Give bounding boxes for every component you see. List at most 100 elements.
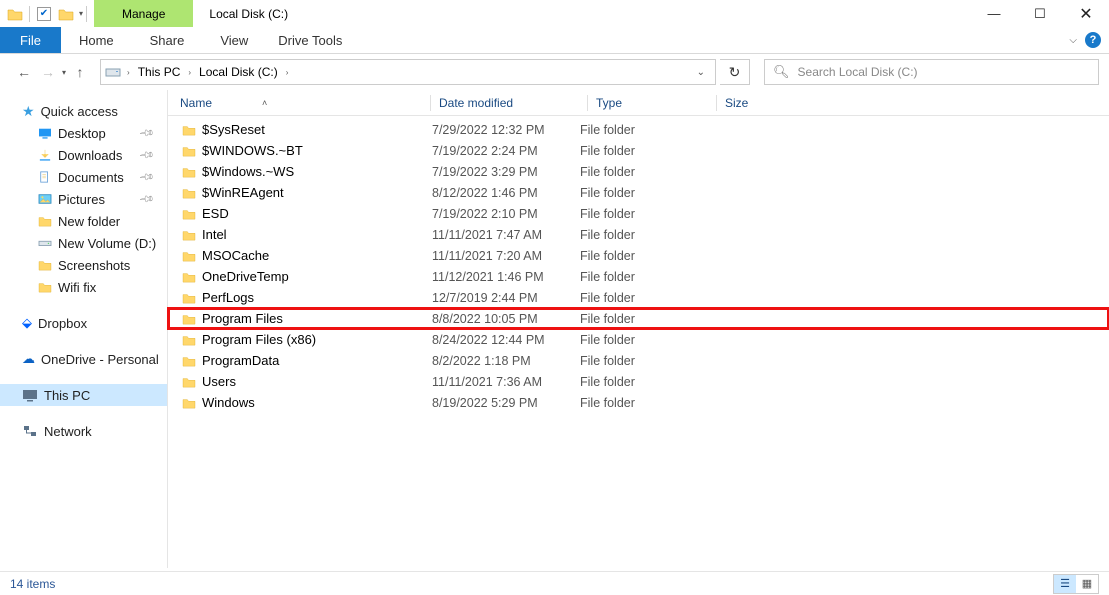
file-tab[interactable]: File xyxy=(0,27,61,53)
breadcrumb-this-pc[interactable]: This PC xyxy=(134,60,185,84)
sidebar-onedrive[interactable]: ☁ OneDrive - Personal xyxy=(0,348,167,370)
file-date: 8/24/2022 12:44 PM xyxy=(432,333,580,347)
tab-drive-tools[interactable]: Drive Tools xyxy=(266,27,354,53)
thumbnails-view-button[interactable]: ▦ xyxy=(1076,575,1098,593)
nav-back-button[interactable]: ← xyxy=(14,62,34,82)
nav-up-button[interactable]: ↑ xyxy=(70,62,90,82)
window-title: Local Disk (C:) xyxy=(193,0,971,27)
file-row[interactable]: ProgramData8/2/2022 1:18 PMFile folder xyxy=(168,350,1109,371)
sidebar-item-new-folder[interactable]: New folder xyxy=(0,210,167,232)
pc-icon xyxy=(22,388,38,402)
navigation-row: ← → ▾ ↑ › This PC › Local Disk (C:) › ⌄ … xyxy=(0,54,1109,90)
file-name: $WinREAgent xyxy=(202,185,284,200)
star-icon: ★ xyxy=(22,103,35,120)
qat-properties-checkbox[interactable]: ✔ xyxy=(33,7,55,21)
sidebar-item-wifi-fix[interactable]: Wifi fix xyxy=(0,276,167,298)
sidebar-network[interactable]: Network xyxy=(0,420,167,442)
column-header-date[interactable]: Date modified xyxy=(439,96,587,110)
file-name: Program Files xyxy=(202,311,283,326)
file-row[interactable]: Intel11/11/2021 7:47 AMFile folder xyxy=(168,224,1109,245)
search-input[interactable] xyxy=(798,65,1090,79)
qat-folder-icon[interactable] xyxy=(55,7,77,21)
file-row[interactable]: Program Files8/8/2022 10:05 PMFile folde… xyxy=(168,308,1109,329)
column-header-name[interactable]: Name ˄ xyxy=(180,96,430,110)
column-header-size[interactable]: Size xyxy=(725,96,805,110)
search-box[interactable]: 🔍︎ xyxy=(764,59,1099,85)
file-type: File folder xyxy=(580,186,700,200)
qat-customize-chevron-icon[interactable]: ▾ xyxy=(79,9,83,18)
file-row[interactable]: Users11/11/2021 7:36 AMFile folder xyxy=(168,371,1109,392)
sidebar-item-label: Desktop xyxy=(58,126,106,141)
nav-forward-button[interactable]: → xyxy=(38,62,58,82)
file-type: File folder xyxy=(580,270,700,284)
status-item-count: 14 items xyxy=(10,577,55,591)
file-type: File folder xyxy=(580,228,700,242)
file-name: Users xyxy=(202,374,236,389)
file-name: ProgramData xyxy=(202,353,279,368)
minimize-button[interactable]: — xyxy=(971,0,1017,27)
file-row[interactable]: Program Files (x86)8/24/2022 12:44 PMFil… xyxy=(168,329,1109,350)
refresh-button[interactable]: ↻ xyxy=(720,59,750,85)
file-row[interactable]: ESD7/19/2022 2:10 PMFile folder xyxy=(168,203,1109,224)
file-row[interactable]: Windows8/19/2022 5:29 PMFile folder xyxy=(168,392,1109,413)
navigation-pane: ★ Quick access Desktop📌︎Downloads📌︎Docum… xyxy=(0,90,168,568)
dropbox-icon: ⬙ xyxy=(22,315,32,331)
tab-share[interactable]: Share xyxy=(132,27,203,53)
quick-access-toolbar: ✔ ▾ xyxy=(0,0,94,27)
nav-history-chevron-icon[interactable]: ▾ xyxy=(62,68,66,77)
file-list: $SysReset7/29/2022 12:32 PMFile folder$W… xyxy=(168,116,1109,413)
file-row[interactable]: MSOCache11/11/2021 7:20 AMFile folder xyxy=(168,245,1109,266)
file-row[interactable]: OneDriveTemp11/12/2021 1:46 PMFile folde… xyxy=(168,266,1109,287)
tab-home[interactable]: Home xyxy=(61,27,132,53)
tab-view[interactable]: View xyxy=(202,27,266,53)
pin-icon: 📌︎ xyxy=(138,169,155,186)
sidebar-item-screenshots[interactable]: Screenshots xyxy=(0,254,167,276)
sidebar-item-label: New folder xyxy=(58,214,120,229)
file-row[interactable]: PerfLogs12/7/2019 2:44 PMFile folder xyxy=(168,287,1109,308)
file-row[interactable]: $WinREAgent8/12/2022 1:46 PMFile folder xyxy=(168,182,1109,203)
breadcrumb-local-disk[interactable]: Local Disk (C:) xyxy=(195,60,282,84)
sidebar-item-pictures[interactable]: Pictures📌︎ xyxy=(0,188,167,210)
sidebar-item-new-volume-d-[interactable]: New Volume (D:) xyxy=(0,232,167,254)
pin-icon: 📌︎ xyxy=(138,147,155,164)
file-tab-label: File xyxy=(20,33,41,48)
chevron-right-icon[interactable]: › xyxy=(282,68,293,77)
search-icon: 🔍︎ xyxy=(773,64,790,80)
sidebar-item-downloads[interactable]: Downloads📌︎ xyxy=(0,144,167,166)
close-button[interactable]: ✕ xyxy=(1063,0,1109,27)
file-row[interactable]: $Windows.~WS7/19/2022 3:29 PMFile folder xyxy=(168,161,1109,182)
sidebar-item-label: Wifi fix xyxy=(58,280,96,295)
file-name: OneDriveTemp xyxy=(202,269,289,284)
ribbon-tabs: File Home Share View Drive Tools ⌵ ? xyxy=(0,27,1109,54)
address-bar[interactable]: › This PC › Local Disk (C:) › ⌄ xyxy=(100,59,716,85)
file-date: 11/11/2021 7:47 AM xyxy=(432,228,580,242)
divider xyxy=(86,6,87,22)
app-folder-icon xyxy=(4,7,26,21)
file-name: Windows xyxy=(202,395,255,410)
sidebar-item-documents[interactable]: Documents📌︎ xyxy=(0,166,167,188)
column-header-type[interactable]: Type xyxy=(596,96,716,110)
file-row[interactable]: $SysReset7/29/2022 12:32 PMFile folder xyxy=(168,119,1109,140)
sidebar-quick-access[interactable]: ★ Quick access xyxy=(0,100,167,122)
file-date: 7/19/2022 3:29 PM xyxy=(432,165,580,179)
sidebar-dropbox[interactable]: ⬙ Dropbox xyxy=(0,312,167,334)
titlebar: ✔ ▾ Manage Local Disk (C:) — ☐ ✕ xyxy=(0,0,1109,27)
ribbon-collapse-chevron-icon[interactable]: ⌵ xyxy=(1069,35,1077,46)
file-type: File folder xyxy=(580,333,700,347)
window-controls: — ☐ ✕ xyxy=(971,0,1109,27)
contextual-tab-group[interactable]: Manage xyxy=(94,0,193,27)
disk-icon xyxy=(105,65,121,79)
address-dropdown-chevron-icon[interactable]: ⌄ xyxy=(691,67,711,78)
sidebar-item-desktop[interactable]: Desktop📌︎ xyxy=(0,122,167,144)
maximize-button[interactable]: ☐ xyxy=(1017,0,1063,27)
file-type: File folder xyxy=(580,354,700,368)
details-view-button[interactable]: ☰ xyxy=(1054,575,1076,593)
addr-root-chevron-icon[interactable]: › xyxy=(123,68,134,77)
chevron-right-icon[interactable]: › xyxy=(184,68,195,77)
file-row[interactable]: $WINDOWS.~BT7/19/2022 2:24 PMFile folder xyxy=(168,140,1109,161)
help-icon[interactable]: ? xyxy=(1085,32,1101,48)
sort-ascending-icon: ˄ xyxy=(262,98,267,108)
sidebar-item-label: New Volume (D:) xyxy=(58,236,156,251)
contextual-tab-group-label: Manage xyxy=(122,7,165,21)
sidebar-this-pc[interactable]: This PC xyxy=(0,384,167,406)
